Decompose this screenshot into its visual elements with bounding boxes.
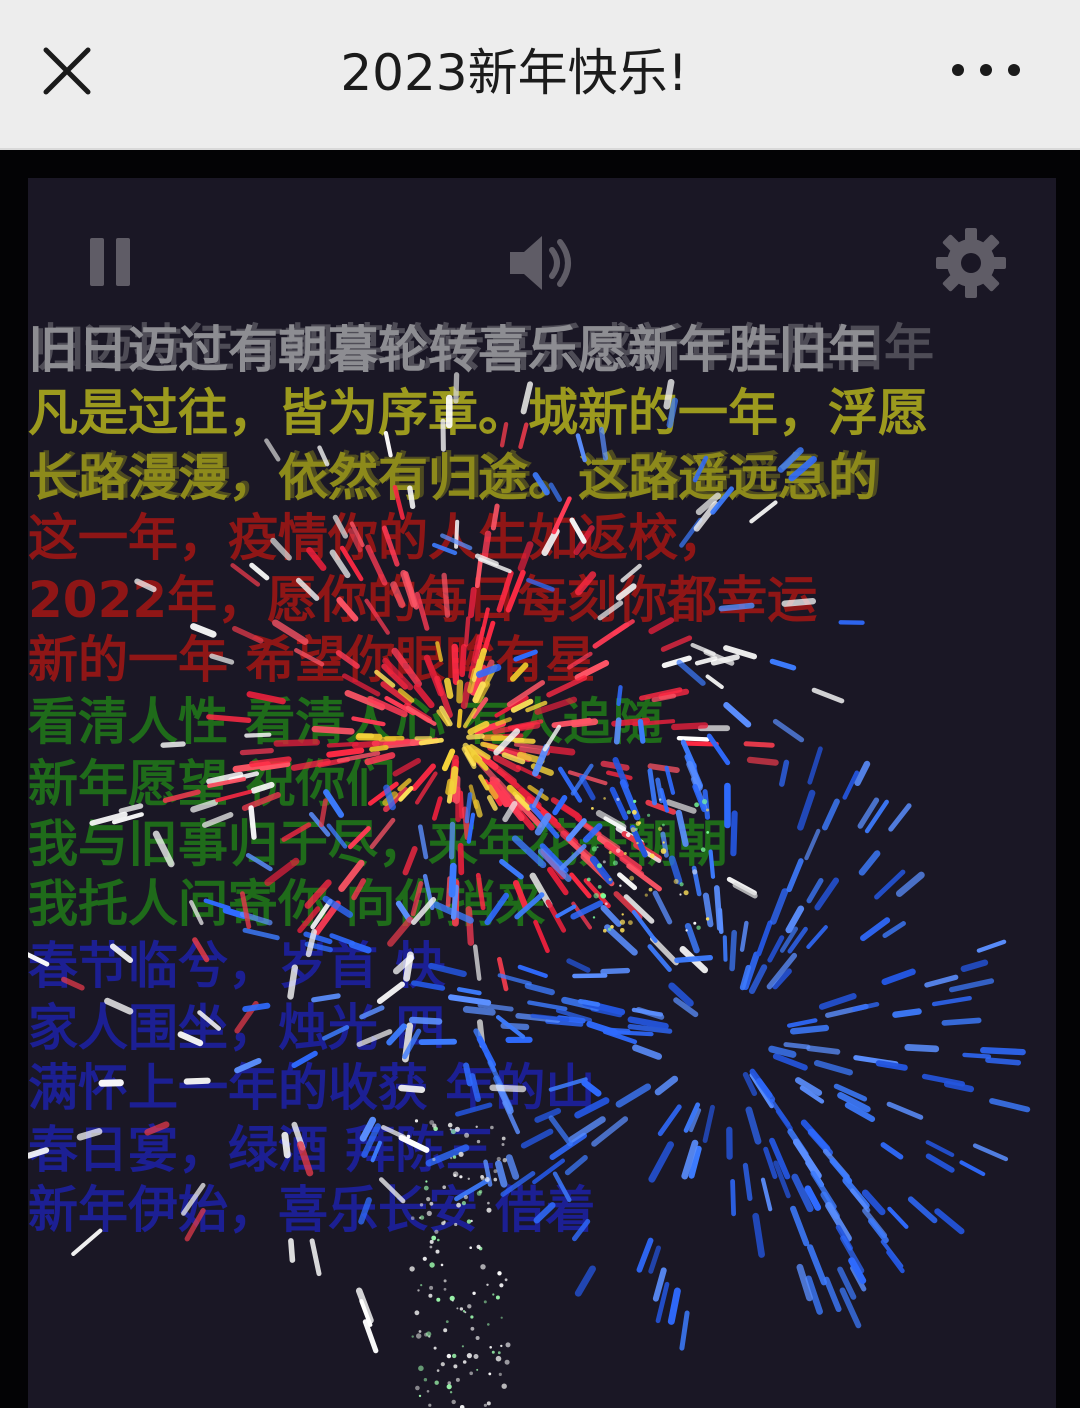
wish-line: 满怀上一年的收获 年的山 [28,1059,596,1117]
wish-line: 2022年，愿你的每日每刻你都幸运 [28,571,818,629]
page-title: 2023新年快乐! [340,44,688,102]
wish-line: 春节临兮，岁首 快 [28,937,446,995]
wish-line: 春日宴，绿酒 拜陈三 [28,1121,496,1179]
wish-line: 我与旧事归于尽，来年花开朝朝 [28,815,728,873]
fireworks-stage[interactable]: 归迈持征有朝暮轮转喜乐感新年年胜旧年 旧日迈过有朝暮轮转喜乐愿新年胜旧年 凡是过… [28,178,1056,1408]
settings-button[interactable] [934,226,1008,300]
wish-line: 我托人间寄你 向你捎来 [28,875,546,933]
wish-line: 凡是过往，皆为序章。城新的一年，浮愿 [28,384,928,442]
pause-button[interactable] [88,234,134,290]
gear-icon [936,228,1006,298]
wish-line: 旧日迈过有朝暮轮转喜乐愿新年胜旧年 [28,321,878,379]
speaker-icon [510,236,571,290]
wish-line: 新的一年 希望你眼眸有星 [28,631,596,689]
wish-line: 这一年，疫情你的人生如返校， [28,509,728,567]
wish-line: 新年伊始，喜乐长安 借着 [28,1181,596,1239]
close-button[interactable] [36,40,98,102]
pause-icon [90,238,130,286]
more-button[interactable] [946,46,1026,94]
close-icon [43,47,91,95]
wish-line: 家人围坐，烛光 四 [28,999,446,1057]
more-dots-icon [952,64,1020,76]
wish-text-area: 归迈持征有朝暮轮转喜乐感新年年胜旧年 旧日迈过有朝暮轮转喜乐愿新年胜旧年 凡是过… [28,178,1056,1408]
wish-line: 长路漫漫，依然有归途。这路遥远急的 [28,449,878,507]
sound-button[interactable] [506,230,576,296]
wish-line: 新年愿望 祝你们 [28,755,396,813]
title-bar: 2023新年快乐! [0,0,1080,150]
wish-line: 看清人性 看清人心 有人追随 [28,693,663,751]
